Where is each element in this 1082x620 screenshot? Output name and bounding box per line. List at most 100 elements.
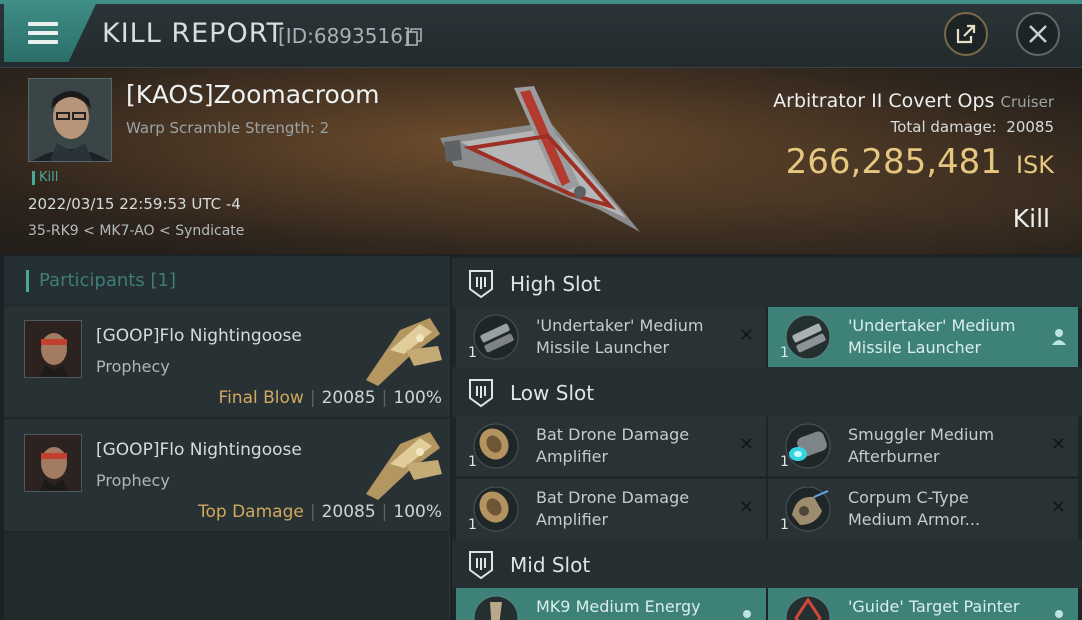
kill-id: [ID:6893516]	[278, 24, 411, 48]
total-damage-value: 20085	[1006, 118, 1054, 136]
title-bar: KILL REPORT [ID:6893516]	[0, 0, 1082, 68]
portrait-image	[25, 321, 81, 377]
mid-slot-label: Mid Slot	[510, 553, 591, 577]
item-name: Bat Drone Damage Amplifier	[536, 425, 690, 466]
destroyed-icon: ✕	[738, 434, 754, 455]
kill-result: Kill	[1012, 204, 1050, 233]
share-button[interactable]	[944, 12, 988, 56]
participant-avatar[interactable]	[24, 434, 82, 492]
destroyed-icon: ✕	[738, 497, 754, 518]
damage-value: 20085	[321, 388, 376, 408]
item-quantity: 1	[468, 345, 477, 361]
item-name: 'Undertaker' Medium Missile Launcher	[848, 316, 1016, 357]
item-name: 'Guide' Target Painter	[848, 597, 1020, 616]
portrait-image	[29, 79, 111, 161]
high-slot-label: High Slot	[510, 272, 601, 296]
share-icon	[956, 24, 976, 44]
page-title: KILL REPORT	[102, 18, 284, 49]
armor-repairer-icon	[785, 486, 831, 532]
item-quantity: 1	[468, 517, 477, 533]
destroyed-icon: ✕	[1050, 434, 1066, 455]
drone-amplifier-icon	[473, 486, 519, 532]
participant-stats: Final Blow | 20085 | 100%	[219, 388, 442, 408]
item-name: 'Undertaker' Medium Missile Launcher	[536, 316, 704, 357]
participants-title: Participants	[39, 270, 145, 291]
item-name: Smuggler Medium Afterburner	[848, 425, 995, 466]
participant-name[interactable]: [GOOP]Flo Nightingoose	[96, 326, 302, 346]
ship-name-text: Arbitrator II Covert Ops	[773, 90, 995, 112]
low-slot-label: Low Slot	[510, 381, 595, 405]
item-name: MK9 Medium Energy	[536, 597, 701, 616]
slot-item[interactable]: MK9 Medium Energy	[456, 588, 766, 620]
dropped-pilot-icon	[743, 610, 751, 618]
item-quantity: 1	[780, 517, 789, 533]
isk-value: 266,285,481 ISK	[786, 142, 1054, 182]
ship-class: Cruiser	[1000, 93, 1054, 111]
missile-launcher-icon	[785, 314, 831, 360]
damage-percent: 100%	[393, 388, 442, 408]
participant-name[interactable]: [GOOP]Flo Nightingoose	[96, 440, 302, 460]
copy-icon[interactable]	[406, 28, 422, 46]
item-name: Corpum C-Type Medium Armor...	[848, 488, 981, 529]
participant-row[interactable]: [GOOP]Flo Nightingoose Prophecy Final Bl…	[4, 306, 450, 418]
close-icon	[1029, 25, 1047, 43]
kill-date: 2022/03/15 22:59:53 UTC -4	[28, 195, 241, 213]
damage-value: 20085	[321, 502, 376, 522]
slot-item[interactable]: 1 Bat Drone Damage Amplifier ✕	[456, 479, 766, 539]
separator: |	[309, 388, 316, 408]
target-painter-icon	[785, 595, 831, 620]
high-slot-header: High Slot	[452, 258, 1082, 308]
portrait-image	[25, 435, 81, 491]
kill-location[interactable]: 35-RK9 < MK7-AO < Syndicate	[28, 223, 244, 239]
slot-item[interactable]: 1 'Undertaker' Medium Missile Launcher	[768, 307, 1078, 367]
slot-item[interactable]: 'Guide' Target Painter	[768, 588, 1078, 620]
victim-banner: [KAOS]Zoomacroom Warp Scramble Strength:…	[0, 68, 1082, 254]
missile-launcher-icon	[473, 314, 519, 360]
participant-stats: Top Damage | 20085 | 100%	[198, 502, 442, 522]
slot-item[interactable]: 1 Corpum C-Type Medium Armor... ✕	[768, 479, 1078, 539]
victim-avatar[interactable]	[28, 78, 112, 162]
damage-percent: 100%	[393, 502, 442, 522]
participant-ship: Prophecy	[96, 357, 170, 376]
menu-icon-bar	[28, 40, 58, 44]
isk-amount: 266,285,481	[785, 142, 1002, 182]
separator: |	[381, 502, 388, 522]
menu-icon-bar	[28, 31, 58, 35]
kill-tag: Kill	[32, 171, 58, 185]
menu-button[interactable]	[4, 4, 96, 62]
participants-count: [1]	[150, 270, 176, 291]
shield-icon	[469, 379, 493, 408]
participants-label: Participants [1]	[26, 270, 176, 292]
victim-name[interactable]: [KAOS]Zoomacroom	[126, 80, 379, 109]
damage-role: Final Blow	[218, 388, 304, 408]
participant-avatar[interactable]	[24, 320, 82, 378]
low-slot-header: Low Slot	[452, 367, 1082, 417]
separator: |	[309, 502, 316, 522]
participant-row[interactable]: [GOOP]Flo Nightingoose Prophecy Top Dama…	[4, 420, 450, 532]
shield-icon	[469, 551, 493, 580]
destroyed-icon: ✕	[1050, 497, 1066, 518]
total-damage-label: Total damage:	[890, 118, 997, 136]
participants-header: Participants [1]	[4, 256, 450, 304]
participant-ship: Prophecy	[96, 471, 170, 490]
victim-ship-image[interactable]	[430, 82, 650, 242]
separator: |	[381, 388, 388, 408]
item-quantity: 1	[468, 454, 477, 470]
slot-item[interactable]: 1 'Undertaker' Medium Missile Launcher ✕	[456, 307, 766, 367]
item-name: Bat Drone Damage Amplifier	[536, 488, 690, 529]
slot-item[interactable]: 1 Smuggler Medium Afterburner ✕	[768, 416, 1078, 476]
mid-slot-header: Mid Slot	[452, 539, 1082, 589]
menu-icon	[28, 22, 58, 26]
victim-ship-name[interactable]: Arbitrator II Covert Ops Cruiser	[773, 90, 1054, 112]
dropped-pilot-icon	[1055, 610, 1063, 618]
participant-ship-image[interactable]	[360, 424, 444, 500]
close-button[interactable]	[1016, 12, 1060, 56]
slot-item[interactable]: 1 Bat Drone Damage Amplifier ✕	[456, 416, 766, 476]
warp-scramble-strength: Warp Scramble Strength: 2	[126, 119, 330, 137]
participant-ship-image[interactable]	[360, 310, 444, 386]
damage-role: Top Damage	[198, 502, 304, 522]
afterburner-icon	[785, 423, 831, 469]
item-quantity: 1	[780, 454, 789, 470]
item-quantity: 1	[780, 345, 789, 361]
shield-icon	[469, 270, 493, 299]
